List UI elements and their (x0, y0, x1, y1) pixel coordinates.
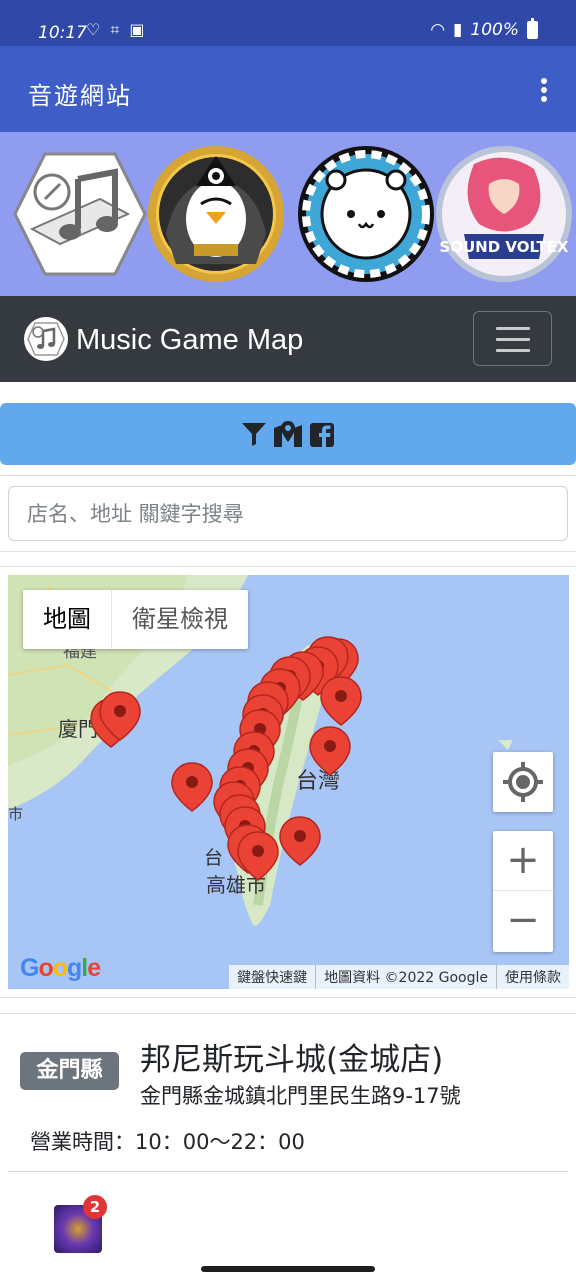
divider (0, 566, 576, 567)
facebook-icon[interactable] (308, 420, 336, 448)
music-note-hex-icon[interactable] (10, 144, 150, 284)
divider (0, 475, 576, 476)
navbar-toggler-button[interactable] (473, 311, 552, 366)
site-navbar: Music Game Map (0, 296, 576, 382)
signal-icon: ▮ (453, 20, 463, 40)
divider (0, 997, 576, 998)
home-gesture-handle[interactable] (201, 1266, 375, 1272)
map-type-toggle: 地圖 衛星檢視 (23, 590, 248, 649)
store-hours: 營業時間：10：00～22：00 (30, 1130, 305, 1154)
battery-icon (527, 18, 538, 39)
bear-icon[interactable] (296, 144, 436, 284)
satellite-tab-button[interactable]: 衛星檢視 (112, 590, 248, 649)
zoom-out-button[interactable]: − (493, 891, 553, 951)
overflow-menu-icon[interactable] (534, 74, 554, 106)
filter-bar[interactable] (0, 403, 576, 465)
status-right: ◠ ▮ 100% (430, 18, 538, 40)
divider (8, 1171, 568, 1172)
status-notification-icons: ♡ ⌗ ▣ (86, 20, 144, 40)
zoom-controls: + − (493, 831, 553, 952)
my-location-button[interactable] (493, 752, 553, 812)
store-marker[interactable] (320, 676, 362, 726)
search-input[interactable] (9, 487, 567, 540)
crosshair-icon (503, 762, 543, 802)
divider (0, 1013, 576, 1014)
zoom-in-button[interactable]: + (493, 831, 553, 891)
store-address[interactable]: 金門縣金城鎮北門里民生路9-17號 (140, 1080, 461, 1110)
brand-title[interactable]: Music Game Map (76, 324, 303, 357)
map-marker-icon[interactable] (272, 420, 304, 448)
map-data-attribution: 地圖資料 ©2022 Google (315, 965, 496, 989)
heart-icon: ♡ (86, 20, 101, 39)
status-time: 10:17 (38, 23, 87, 43)
store-marker[interactable] (279, 816, 321, 866)
county-badge: 金門縣 (20, 1052, 119, 1090)
machine-count-badge: 2 (83, 1195, 107, 1219)
scan-icon: ⌗ (110, 20, 120, 39)
map-footer: 鍵盤快速鍵 地圖資料 ©2022 Google 使用條款 (229, 965, 569, 989)
terms-link[interactable]: 使用條款 (496, 965, 569, 989)
tv-icon: ▣ (129, 20, 145, 39)
wifi-icon: ◠ (430, 20, 446, 40)
store-marker[interactable] (171, 762, 213, 812)
store-marker[interactable] (309, 726, 351, 776)
map-view[interactable]: 福建 廈門 市 台灣 台 高雄市 地圖 衛星檢視 + − Google 鍵盤快速… (8, 575, 569, 989)
map-tab-button[interactable]: 地圖 (23, 590, 112, 649)
divider (0, 551, 576, 552)
store-marker[interactable] (237, 831, 279, 881)
sound-voltex-icon[interactable]: SOUND VOLTEX (434, 144, 574, 284)
battery-percent: 100% (470, 20, 519, 40)
filter-icon[interactable] (240, 420, 268, 448)
app-title: 音遊網站 (28, 82, 132, 110)
system-nav-bar (0, 1257, 576, 1280)
search-box[interactable] (8, 486, 568, 541)
game-logo-strip: SOUND VOLTEX (0, 132, 576, 296)
store-name[interactable]: 邦尼斯玩斗城(金城店) (140, 1034, 443, 1079)
sdvx-logo-text: SOUND VOLTEX (439, 238, 569, 256)
filter-icons (240, 420, 336, 448)
penguin-icon[interactable] (146, 144, 286, 284)
status-bar: 10:17 ♡ ⌗ ▣ ◠ ▮ 100% (0, 0, 576, 46)
google-logo: Google (20, 954, 101, 982)
music-game-map-logo-icon[interactable] (24, 317, 68, 361)
keyboard-shortcuts-link[interactable]: 鍵盤快速鍵 (229, 965, 315, 989)
app-bar: 音遊網站 (0, 46, 576, 132)
